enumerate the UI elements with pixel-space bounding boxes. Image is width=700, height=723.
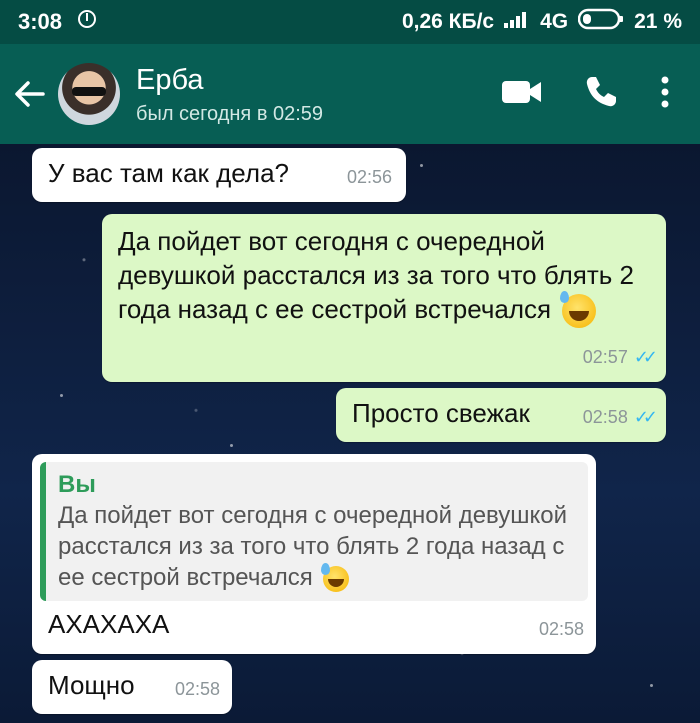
message-text: Просто свежак	[352, 398, 530, 428]
message-incoming-reply[interactable]: Вы Да пойдет вот сегодня с очередной дев…	[32, 454, 596, 654]
last-seen: был сегодня в 02:59	[136, 102, 324, 125]
phone-icon[interactable]	[584, 75, 618, 114]
quoted-message[interactable]: Вы Да пойдет вот сегодня с очередной дев…	[40, 462, 588, 601]
message-time: 02:58	[174, 679, 220, 699]
grinning-sweat-emoji-icon	[560, 291, 597, 329]
read-ticks-icon: ✓✓	[633, 407, 658, 427]
chat-header: Ерба был сегодня в 02:59	[0, 44, 700, 144]
message-incoming[interactable]: Мощно 02:58	[32, 660, 232, 714]
grinning-sweat-emoji-icon	[321, 562, 350, 592]
message-meta: 02:57 ✓✓	[582, 340, 658, 374]
message-text: Мощно	[48, 670, 135, 700]
status-right: 0,26 КБ/с 4G 21 %	[402, 8, 682, 36]
battery-icon	[577, 8, 624, 36]
back-arrow-icon[interactable]	[8, 72, 52, 116]
read-ticks-icon: ✓✓	[633, 347, 658, 367]
message-text: АХАХАХА	[48, 609, 170, 639]
more-vert-icon[interactable]	[660, 76, 670, 113]
network-type: 4G	[540, 10, 569, 33]
message-time: 02:57	[582, 347, 628, 367]
quote-text-wrap: Да пойдет вот сегодня с очередной девушк…	[58, 500, 576, 593]
message-meta: 02:58 ✓✓	[582, 400, 658, 434]
header-actions	[502, 75, 670, 114]
contact-info[interactable]: Ерба был сегодня в 02:59	[136, 63, 323, 126]
chat-area[interactable]: У вас там как дела? 02:56 Да пойдет вот …	[0, 144, 700, 723]
message-time: 02:58	[582, 407, 628, 427]
network-speed: 0,26 КБ/с	[401, 10, 495, 33]
notification-icon	[76, 8, 98, 36]
message-outgoing[interactable]: Просто свежак 02:58 ✓✓	[336, 388, 666, 442]
battery-level: 21 %	[634, 10, 682, 33]
quote-text: Да пойдет вот сегодня с очередной девушк…	[58, 502, 568, 591]
contact-name: Ерба	[136, 63, 204, 96]
message-time: 02:56	[346, 167, 392, 187]
status-time: 3:08	[18, 9, 63, 34]
message-text: У вас там как дела?	[48, 158, 289, 188]
quote-author: Вы	[58, 471, 96, 498]
signal-icon	[504, 10, 530, 34]
message-incoming[interactable]: У вас там как дела? 02:56	[32, 148, 406, 202]
video-call-icon[interactable]	[502, 79, 542, 110]
status-bar: 3:08 0,26 КБ/с 4G 21 %	[0, 0, 700, 44]
avatar[interactable]	[58, 63, 120, 125]
message-time: 02:58	[538, 619, 584, 639]
message-outgoing[interactable]: Да пойдет вот сегодня с очередной девушк…	[102, 214, 666, 382]
message-text: Да пойдет вот сегодня с очередной девушк…	[118, 226, 634, 324]
